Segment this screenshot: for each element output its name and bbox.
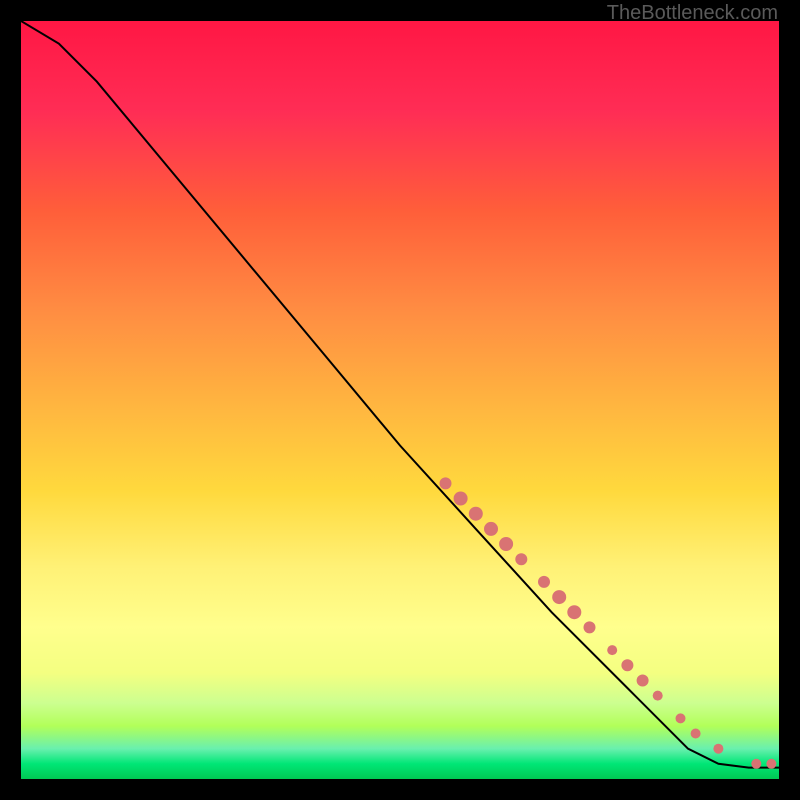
data-point — [713, 744, 723, 754]
data-point — [440, 477, 452, 489]
data-point — [607, 645, 617, 655]
data-point — [515, 553, 527, 565]
watermark-text: TheBottleneck.com — [607, 2, 778, 25]
data-point — [484, 522, 498, 536]
data-point — [538, 576, 550, 588]
data-point — [653, 691, 663, 701]
data-point — [621, 659, 633, 671]
data-point — [552, 590, 566, 604]
data-point — [766, 759, 776, 769]
data-point — [469, 507, 483, 521]
data-points — [21, 21, 779, 779]
data-point — [637, 675, 649, 687]
data-point — [676, 713, 686, 723]
data-point — [499, 537, 513, 551]
data-point — [691, 729, 701, 739]
data-point — [567, 605, 581, 619]
data-point — [751, 759, 761, 769]
data-point — [454, 492, 468, 506]
chart-container — [21, 21, 779, 779]
data-point — [584, 621, 596, 633]
